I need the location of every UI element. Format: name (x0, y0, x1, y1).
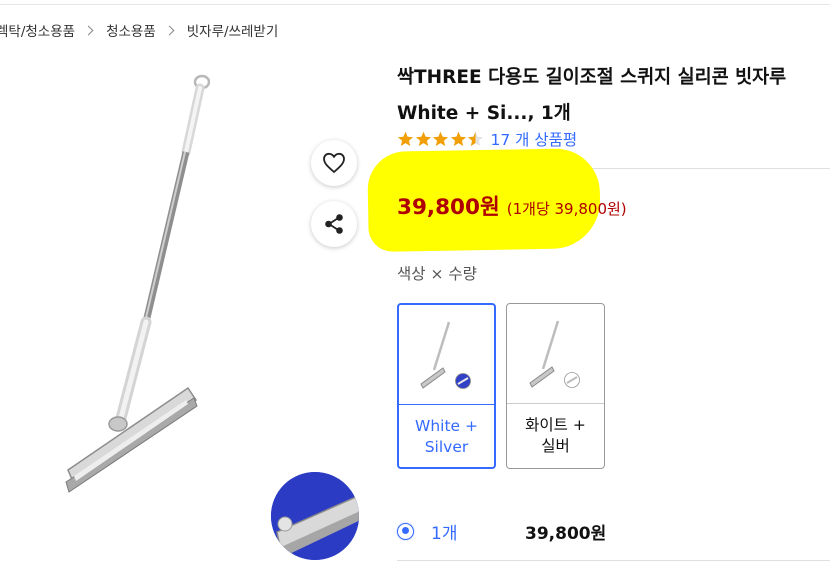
chevron-right-icon (83, 25, 94, 35)
rating-row: 17 개 상품평 (397, 128, 577, 150)
product-title: 싹THREE 다용도 길이조절 스퀴지 실리콘 빗자루 White + Si..… (397, 60, 830, 132)
star-icon (433, 131, 448, 146)
option-card-white-silver[interactable]: White + Silver (397, 303, 496, 469)
product-thumbnail[interactable] (271, 472, 359, 560)
star-icon (450, 131, 466, 146)
heart-icon (323, 152, 345, 174)
option-label-white-silver: White + Silver (415, 417, 478, 456)
product-title-line1: 싹THREE 다용도 길이조절 스퀴지 실리콘 빗자루 (397, 67, 787, 88)
chevron-right-icon (164, 25, 175, 35)
review-count-link[interactable]: 17 개 상품평 (491, 128, 578, 150)
quantity-label: 1개 (431, 523, 458, 544)
star-rating (397, 131, 485, 148)
sale-price: 39,800원 (397, 195, 500, 220)
wishlist-button[interactable] (311, 140, 357, 186)
option-divider (507, 403, 604, 404)
option-card-white-silver-kr[interactable]: 화이트 + 실버 (506, 303, 605, 469)
option-thumbnail (507, 304, 604, 403)
quantity-price: 39,800원 (525, 523, 607, 544)
product-gallery (0, 60, 385, 580)
bottom-divider (397, 560, 830, 561)
price-row: 39,800원 (1개당 39,800원) (397, 190, 627, 222)
star-icon (468, 131, 483, 146)
share-button[interactable] (311, 201, 357, 247)
breadcrumb-item-cleaning[interactable]: 청소용품 (106, 20, 156, 40)
product-title-line2: White + Si..., 1개 (397, 103, 571, 124)
quantity-option-row[interactable]: 1개 39,800원 (397, 519, 607, 544)
breadcrumb-item-broom[interactable]: 빗자루/쓰레받기 (187, 20, 279, 40)
share-icon (325, 214, 343, 234)
top-divider (0, 4, 830, 5)
option-label: 색상 × 수량 (397, 265, 477, 283)
breadcrumb: 렉탁/청소용품 청소용품 빗자루/쓰레받기 (0, 20, 278, 40)
star-icon (415, 131, 431, 146)
unit-price: (1개당 39,800원) (506, 200, 627, 218)
option-thumbnail (399, 305, 494, 404)
option-divider (399, 404, 494, 405)
breadcrumb-item-cleaning-parent[interactable]: 렉탁/청소용품 (0, 20, 75, 40)
option-label-white-silver-kr: 화이트 + 실버 (525, 416, 586, 455)
star-icon (398, 131, 413, 146)
product-main-image[interactable] (60, 72, 210, 502)
quantity-radio[interactable] (397, 522, 414, 540)
